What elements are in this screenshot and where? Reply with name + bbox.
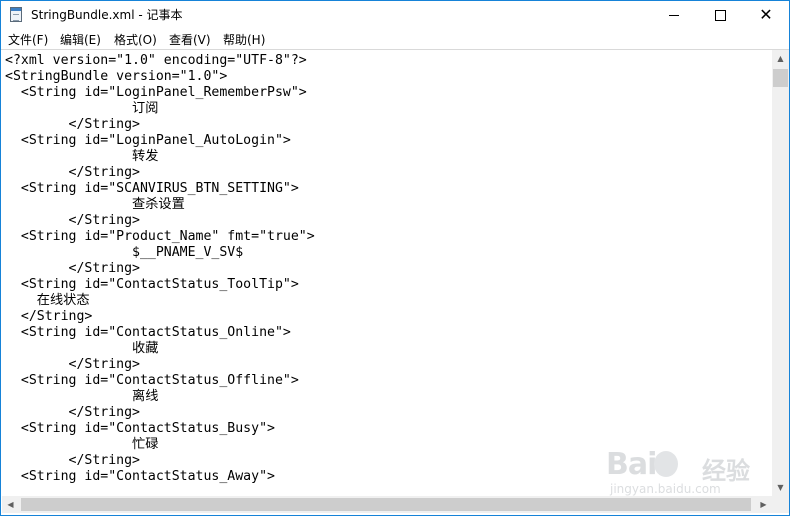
- text-line[interactable]: 忙碌: [5, 437, 158, 452]
- text-line[interactable]: <String id="ContactStatus_Away">: [5, 469, 275, 484]
- menu-format[interactable]: 格式(O): [114, 31, 157, 48]
- horizontal-scroll-thumb[interactable]: [21, 498, 751, 511]
- text-line[interactable]: <?xml version="1.0" encoding="UTF-8"?>: [5, 53, 307, 68]
- menu-file[interactable]: 文件(F): [8, 31, 48, 48]
- text-line[interactable]: <String id="ContactStatus_Offline">: [5, 373, 299, 388]
- text-line[interactable]: $__PNAME_V_SV$: [5, 245, 243, 260]
- text-line[interactable]: 收藏: [5, 341, 158, 356]
- text-line[interactable]: <String id="LoginPanel_RememberPsw">: [5, 85, 307, 100]
- window-title: StringBundle.xml - 记事本: [31, 8, 183, 22]
- watermark-logo: Bai: [606, 447, 657, 482]
- text-line[interactable]: </String>: [5, 213, 140, 228]
- text-line[interactable]: 转发: [5, 149, 158, 164]
- watermark-logo-cn: 经验: [702, 457, 750, 485]
- text-line[interactable]: <String id="Product_Name" fmt="true">: [5, 229, 315, 244]
- title-bar[interactable]: StringBundle.xml - 记事本 ✕: [1, 1, 789, 29]
- text-line[interactable]: </String>: [5, 165, 140, 180]
- text-line[interactable]: </String>: [5, 357, 140, 372]
- text-line[interactable]: </String>: [5, 405, 140, 420]
- maximize-button[interactable]: [697, 1, 743, 29]
- text-line[interactable]: <String id="ContactStatus_ToolTip">: [5, 277, 299, 292]
- close-button[interactable]: ✕: [743, 1, 789, 29]
- menu-view[interactable]: 查看(V): [169, 31, 211, 48]
- maximize-icon: [714, 9, 726, 21]
- watermark-url: jingyan.baidu.com: [610, 482, 721, 496]
- vertical-scrollbar[interactable]: ▲ ▼: [772, 50, 789, 496]
- vertical-scroll-thumb[interactable]: [773, 69, 788, 87]
- minimize-icon: [669, 14, 679, 16]
- scroll-down-arrow-icon[interactable]: ▼: [772, 479, 789, 496]
- text-line[interactable]: </String>: [5, 117, 140, 132]
- text-line[interactable]: 在线状态: [5, 293, 90, 308]
- scroll-left-arrow-icon[interactable]: ◀: [2, 496, 19, 513]
- text-line[interactable]: 查杀设置: [5, 197, 185, 212]
- baidu-paw-icon: [654, 451, 678, 477]
- text-line[interactable]: <String id="ContactStatus_Online">: [5, 325, 291, 340]
- close-icon: ✕: [759, 5, 773, 24]
- menu-help[interactable]: 帮助(H): [223, 31, 265, 48]
- text-line[interactable]: </String>: [5, 453, 140, 468]
- notepad-window: StringBundle.xml - 记事本 ✕ 文件(F) 编辑(E) 格式(…: [0, 0, 790, 516]
- text-editor[interactable]: <?xml version="1.0" encoding="UTF-8"?> <…: [2, 50, 771, 496]
- text-line[interactable]: 离线: [5, 389, 158, 404]
- horizontal-scrollbar[interactable]: ◀ ▶: [2, 496, 772, 513]
- text-line[interactable]: <String id="ContactStatus_Busy">: [5, 421, 275, 436]
- menu-edit[interactable]: 编辑(E): [60, 31, 101, 48]
- text-line[interactable]: <StringBundle version="1.0">: [5, 69, 227, 84]
- notepad-app-icon[interactable]: [10, 7, 22, 22]
- text-line[interactable]: </String>: [5, 261, 140, 276]
- text-line[interactable]: </String>: [5, 309, 92, 324]
- baidu-jingyan-watermark: Bai 经验 jingyan.baidu.com: [606, 447, 756, 497]
- minimize-button[interactable]: [651, 1, 697, 29]
- text-line[interactable]: 订阅: [5, 101, 158, 116]
- scroll-up-arrow-icon[interactable]: ▲: [772, 50, 789, 67]
- document-text[interactable]: <?xml version="1.0" encoding="UTF-8"?> <…: [2, 50, 771, 485]
- text-line[interactable]: <String id="SCANVIRUS_BTN_SETTING">: [5, 181, 299, 196]
- scrollbar-corner: [772, 496, 789, 513]
- text-line[interactable]: <String id="LoginPanel_AutoLogin">: [5, 133, 291, 148]
- menu-bar: 文件(F) 编辑(E) 格式(O) 查看(V) 帮助(H): [1, 29, 789, 49]
- scroll-right-arrow-icon[interactable]: ▶: [755, 496, 772, 513]
